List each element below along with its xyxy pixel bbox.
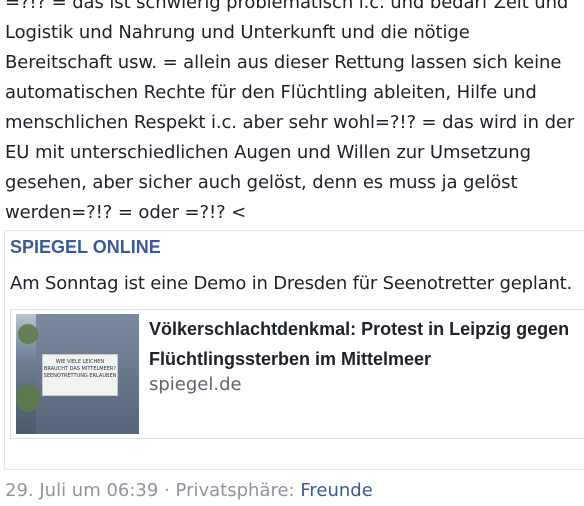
post-text-line: =?!? = das ist schwierig problematisch i…: [5, 0, 569, 13]
post-text-line: werden=?!? = oder =?!? <: [5, 202, 247, 223]
privacy-label: Privatsphäre:: [175, 480, 295, 501]
banner-text: WIE VIELE LEICHEN: [55, 359, 105, 365]
post-text-line: Logistik und Nahrung und Unterkunft und …: [5, 22, 470, 43]
link-preview[interactable]: WIE VIELE LEICHEN BRAUCHT DAS MITTELMEER…: [10, 309, 584, 439]
link-title[interactable]: Völkerschlachtdenkmal: Protest in Leipzi…: [149, 314, 584, 374]
shared-source-name[interactable]: SPIEGEL ONLINE: [10, 237, 161, 258]
banner-text: BRAUCHT DAS MITTELMEER?: [43, 366, 117, 372]
post-text-line: EU mit unterschiedlichen Augen und Wille…: [5, 142, 531, 163]
post-text-line: menschlichen Respekt i.c. aber sehr wohl…: [5, 112, 575, 133]
link-domain: spiegel.de: [149, 374, 242, 395]
meta-separator: ·: [164, 480, 170, 501]
post-timestamp[interactable]: 29. Juli um 06:39: [5, 480, 158, 501]
post-text-line: automatischen Rechte für den Flüchtling …: [5, 82, 537, 103]
post-text-line: gesehen, aber sicher auch gelöst, denn e…: [5, 172, 518, 193]
link-thumbnail[interactable]: WIE VIELE LEICHEN BRAUCHT DAS MITTELMEER…: [16, 314, 139, 434]
post-meta: 29. Juli um 06:39 · Privatsphäre: Freund…: [5, 480, 373, 501]
shared-message: Am Sonntag ist eine Demo in Dresden für …: [10, 273, 573, 294]
thumbnail-tree: [18, 324, 38, 344]
post-text-line: Bereitschaft usw. = allein aus dieser Re…: [5, 52, 562, 73]
banner-text: SEENOTRETTUNG ERLAUBEN: [43, 373, 117, 379]
thumbnail-banner: WIE VIELE LEICHEN BRAUCHT DAS MITTELMEER…: [42, 354, 118, 396]
audience-link[interactable]: Freunde: [300, 480, 372, 501]
thumbnail-tree: [16, 384, 40, 412]
post-text: =?!? = das ist schwierig problematisch i…: [5, 0, 580, 228]
shared-post-card[interactable]: SPIEGEL ONLINE Am Sonntag ist eine Demo …: [4, 230, 584, 470]
